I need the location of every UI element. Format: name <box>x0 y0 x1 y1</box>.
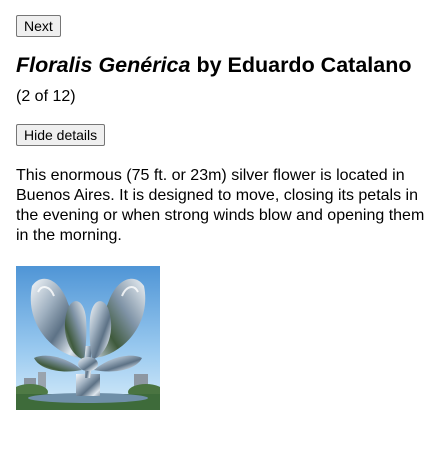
artwork-image <box>16 266 160 410</box>
artwork-title-artist: by Eduardo Catalano <box>190 53 412 77</box>
artwork-title: Floralis Genérica by Eduardo Catalano <box>16 51 424 79</box>
artwork-description: This enormous (75 ft. or 23m) silver flo… <box>16 167 425 244</box>
artwork-counter: (2 of 12) <box>16 88 76 105</box>
artwork-title-italic: Floralis Genérica <box>16 53 191 77</box>
gallery-page: Next Floralis Genérica by Eduardo Catala… <box>0 0 440 410</box>
hide-details-button[interactable]: Hide details <box>16 124 106 146</box>
next-button[interactable]: Next <box>16 15 61 37</box>
